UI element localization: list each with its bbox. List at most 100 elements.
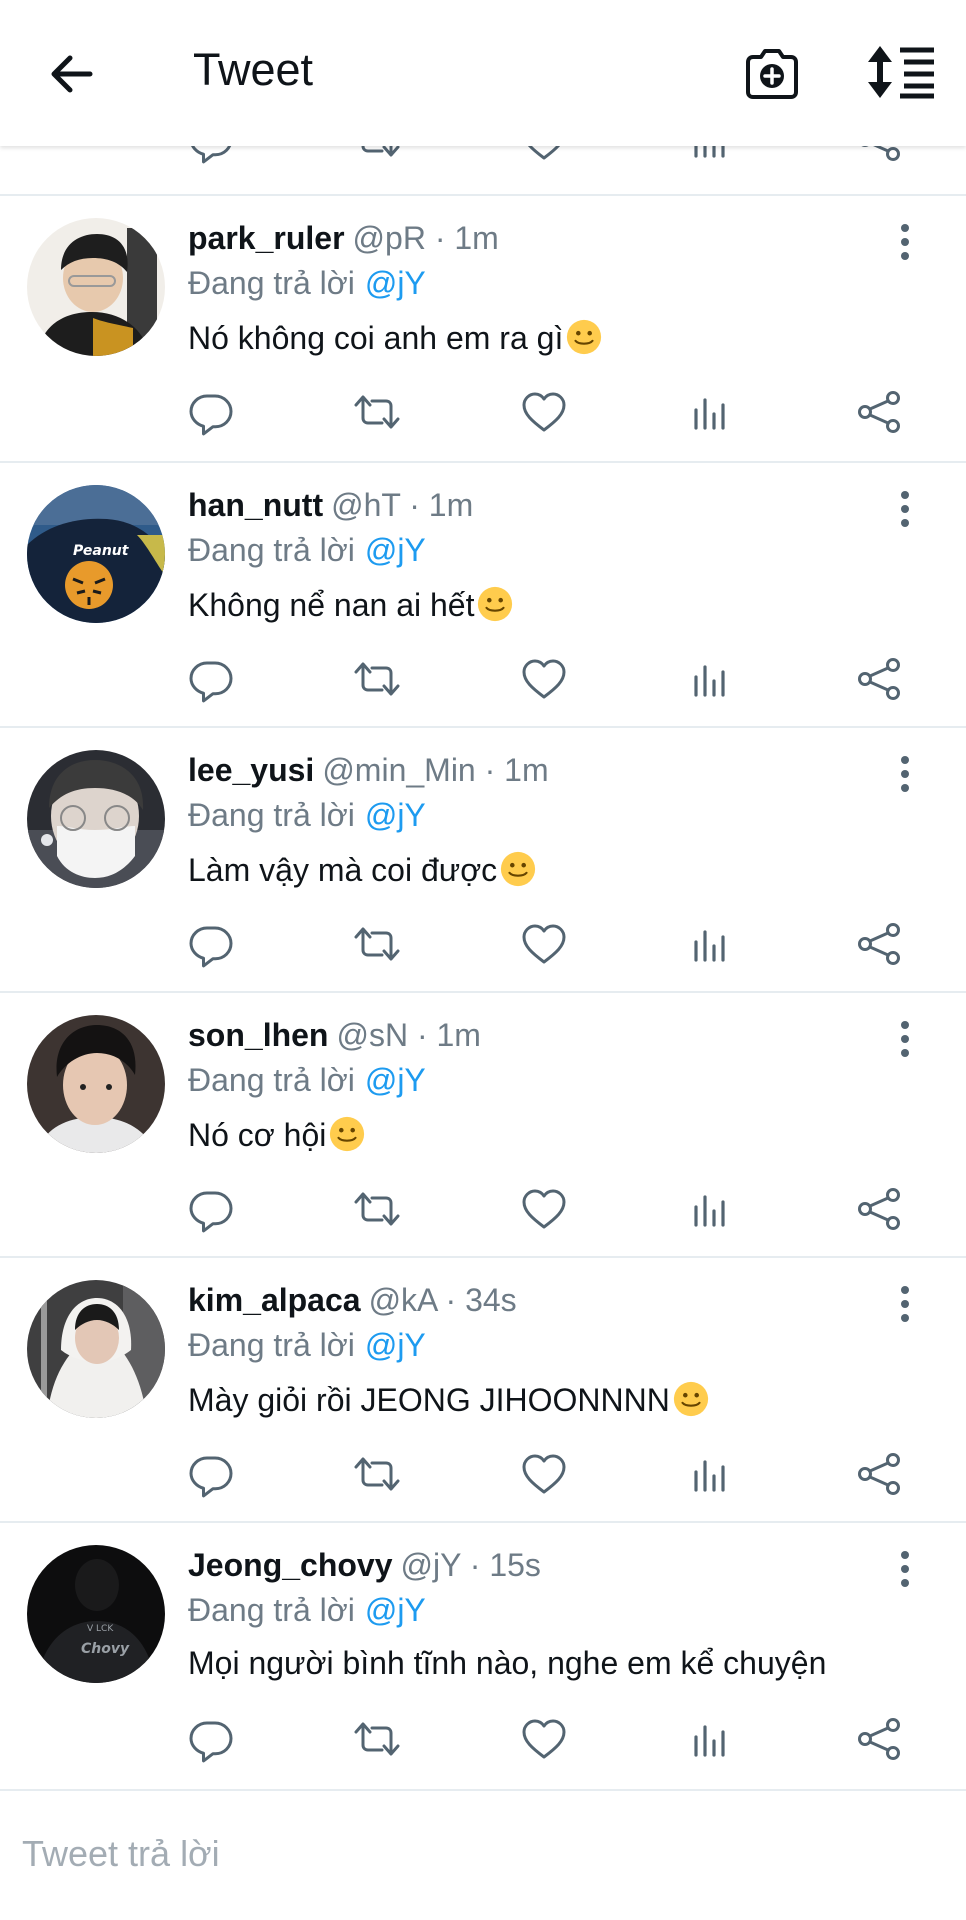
slightly-smiling-face-icon xyxy=(565,318,603,356)
more-options-icon[interactable] xyxy=(892,489,918,529)
arrow-left-icon[interactable] xyxy=(44,46,104,102)
avatar[interactable]: Peanut xyxy=(27,485,165,623)
share-icon[interactable] xyxy=(855,655,903,703)
reply-prefix: Đang trả lời xyxy=(188,1062,355,1098)
tweet-text: Nó không coi anh em ra gì xyxy=(188,318,603,357)
retweet-icon[interactable] xyxy=(353,1185,401,1233)
tweet-body: Làm vậy mà coi được xyxy=(188,852,498,888)
share-icon[interactable] xyxy=(855,388,903,436)
reply-tweet[interactable]: son_lhen @sN · 1m Đang trả lời @jY Nó cơ h… xyxy=(0,993,966,1258)
display-name[interactable]: son_lhen xyxy=(188,1017,328,1053)
reply-tweet[interactable]: Chovy V LCK Jeong_chovy @jY · 15s Đang tr… xyxy=(0,1523,966,1788)
svg-text:V LCK: V LCK xyxy=(87,1624,114,1634)
more-options-icon[interactable] xyxy=(892,1284,918,1324)
retweet-icon[interactable] xyxy=(353,388,401,436)
stats-icon[interactable] xyxy=(688,1450,736,1498)
retweet-icon[interactable] xyxy=(353,146,401,164)
tweet-author: park_ruler @pR · 1m xyxy=(188,220,499,257)
more-options-icon[interactable] xyxy=(892,754,918,794)
display-name[interactable]: Jeong_chovy xyxy=(188,1547,393,1583)
retweet-icon[interactable] xyxy=(353,1715,401,1763)
share-icon[interactable] xyxy=(855,1185,903,1233)
display-name[interactable]: kim_alpaca xyxy=(188,1282,361,1318)
reply-prefix: Đang trả lời xyxy=(188,532,355,568)
svg-text:Peanut: Peanut xyxy=(73,543,130,559)
reply-tweet[interactable]: lee_yusi @min_Min · 1m Đang trả lời @jY Là… xyxy=(0,728,966,993)
share-icon[interactable] xyxy=(855,920,903,968)
reply-icon[interactable] xyxy=(187,388,235,436)
display-name[interactable]: park_ruler xyxy=(188,220,345,256)
mention-link[interactable]: @jY xyxy=(365,1062,426,1098)
like-icon[interactable] xyxy=(520,1450,568,1498)
previous-tweet-actions xyxy=(0,146,966,196)
tweet-actions xyxy=(0,920,966,968)
avatar[interactable] xyxy=(27,750,165,888)
stats-icon[interactable] xyxy=(688,1715,736,1763)
reply-tweet[interactable]: Peanut han_nutt @hT · 1m Đang trả lời @jY … xyxy=(0,463,966,728)
tweet-author: han_nutt @hT · 1m xyxy=(188,487,473,524)
handle-time: @jY · 15s xyxy=(400,1547,541,1583)
reply-composer xyxy=(0,1793,966,1920)
retweet-icon[interactable] xyxy=(353,1450,401,1498)
stats-icon[interactable] xyxy=(688,655,736,703)
handle-time: @kA · 34s xyxy=(368,1282,517,1318)
more-options-icon[interactable] xyxy=(892,222,918,262)
reply-tweet[interactable]: kim_alpaca @kA · 34s Đang trả lời @jY Mày … xyxy=(0,1258,966,1523)
mention-link[interactable]: @jY xyxy=(365,797,426,833)
like-icon[interactable] xyxy=(520,920,568,968)
replying-to: Đang trả lời @jY xyxy=(188,532,426,569)
divider xyxy=(0,1789,966,1791)
reply-icon[interactable] xyxy=(187,920,235,968)
share-icon[interactable] xyxy=(855,1715,903,1763)
mention-link[interactable]: @jY xyxy=(365,532,426,568)
like-icon[interactable] xyxy=(520,146,568,164)
replying-to: Đang trả lời @jY xyxy=(188,1062,426,1099)
top-app-bar: Tweet xyxy=(0,0,966,146)
share-icon[interactable] xyxy=(855,146,903,164)
avatar[interactable] xyxy=(27,1015,165,1153)
tweet-actions xyxy=(0,1185,966,1233)
avatar[interactable]: Chovy V LCK xyxy=(27,1545,165,1683)
stats-icon[interactable] xyxy=(688,388,736,436)
sort-icon[interactable] xyxy=(866,44,938,100)
more-options-icon[interactable] xyxy=(892,1549,918,1589)
reply-prefix: Đang trả lời xyxy=(188,1592,355,1628)
reply-input[interactable] xyxy=(20,1823,924,1885)
tweet-text: Mọi người bình tĩnh nào, nghe em kể chuy… xyxy=(188,1645,826,1682)
stats-icon[interactable] xyxy=(688,920,736,968)
reply-icon[interactable] xyxy=(187,1185,235,1233)
more-options-icon[interactable] xyxy=(892,1019,918,1059)
avatar[interactable] xyxy=(27,1280,165,1418)
stats-icon[interactable] xyxy=(688,146,736,164)
stats-icon[interactable] xyxy=(688,1185,736,1233)
display-name[interactable]: han_nutt xyxy=(188,487,323,523)
like-icon[interactable] xyxy=(520,1185,568,1233)
slightly-smiling-face-icon xyxy=(672,1380,710,1418)
tweet-text: Làm vậy mà coi được xyxy=(188,850,537,889)
mention-link[interactable]: @jY xyxy=(365,265,426,301)
tweet-body: Mọi người bình tĩnh nào, nghe em kể chuy… xyxy=(188,1645,827,1681)
share-icon[interactable] xyxy=(855,1450,903,1498)
retweet-icon[interactable] xyxy=(353,920,401,968)
reply-prefix: Đang trả lời xyxy=(188,265,355,301)
camera-plus-icon[interactable] xyxy=(742,44,802,104)
like-icon[interactable] xyxy=(520,655,568,703)
handle-time: @hT · 1m xyxy=(331,487,474,523)
handle-time: @min_Min · 1m xyxy=(322,752,549,788)
like-icon[interactable] xyxy=(520,1715,568,1763)
like-icon[interactable] xyxy=(520,388,568,436)
reply-icon[interactable] xyxy=(187,1450,235,1498)
replying-to: Đang trả lời @jY xyxy=(188,265,426,302)
mention-link[interactable]: @jY xyxy=(365,1592,426,1628)
reply-tweet[interactable]: park_ruler @pR · 1m Đang trả lời @jY Nó kh… xyxy=(0,196,966,461)
display-name[interactable]: lee_yusi xyxy=(188,752,314,788)
reply-icon[interactable] xyxy=(187,655,235,703)
replying-to: Đang trả lời @jY xyxy=(188,1592,426,1629)
mention-link[interactable]: @jY xyxy=(365,1327,426,1363)
retweet-icon[interactable] xyxy=(353,655,401,703)
reply-icon[interactable] xyxy=(187,146,235,164)
avatar[interactable] xyxy=(27,218,165,356)
reply-icon[interactable] xyxy=(187,1715,235,1763)
handle-time: @sN · 1m xyxy=(336,1017,481,1053)
slightly-smiling-face-icon xyxy=(328,1115,366,1153)
